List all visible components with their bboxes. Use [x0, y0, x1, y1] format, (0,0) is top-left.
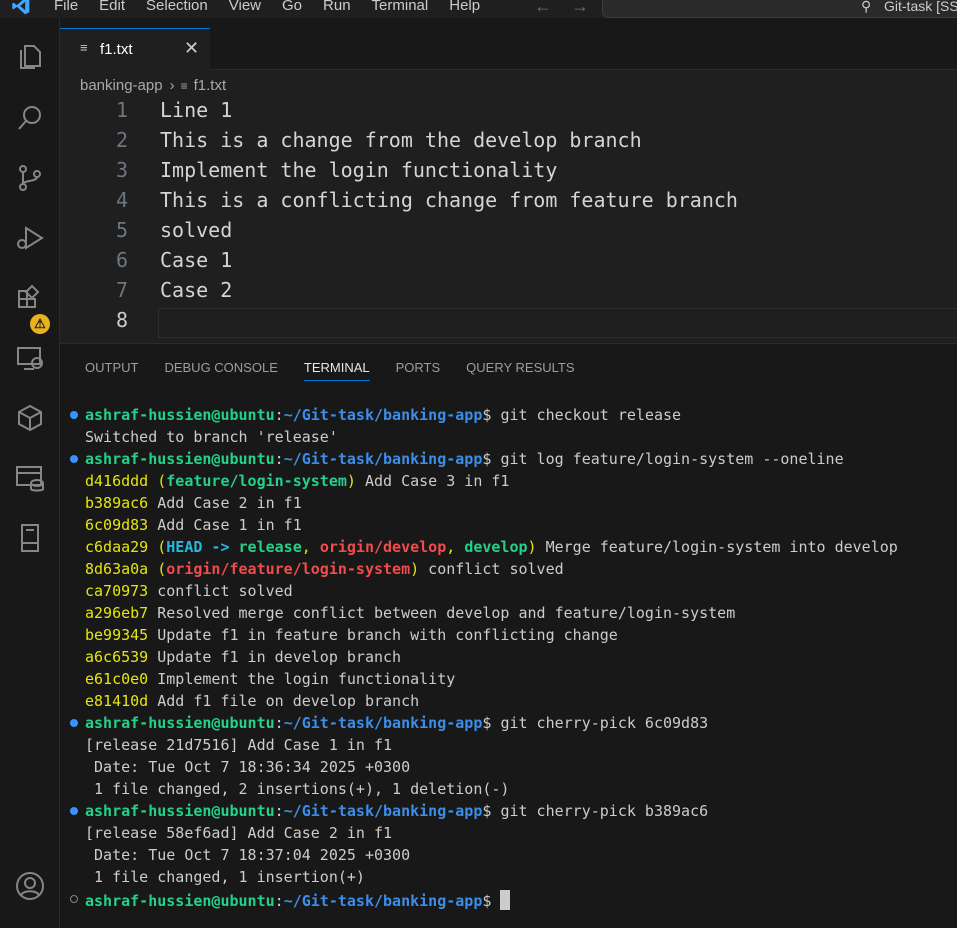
output-line: Switched to branch 'release' [85, 428, 338, 446]
tab-ports[interactable]: PORTS [396, 360, 441, 380]
command-status-icon[interactable] [70, 895, 78, 903]
log-line: e61c0e0 Implement the login functionalit… [85, 670, 456, 688]
line-text: Case 2 [160, 278, 233, 302]
editor-line: 1 Line 1 [60, 98, 957, 128]
output-line: Date: Tue Oct 7 18:36:34 2025 +0300 [85, 758, 411, 776]
log-line: a6c6539 Update f1 in develop branch [85, 648, 402, 666]
prompt-line: ashraf-hussien@ubuntu:~/Git-task/banking… [85, 450, 844, 468]
log-line: a296eb7 Resolved merge conflict between … [85, 604, 736, 622]
editor-line: 8 [60, 308, 957, 338]
editor-line: 2 This is a change from the develop branc… [60, 128, 957, 158]
command-center-search[interactable]: ⚲ Git-task [SS [602, 0, 957, 18]
output-line: 1 file changed, 2 insertions(+), 1 delet… [85, 780, 510, 798]
line-number: 2 [115, 128, 128, 152]
log-line: e81410d Add f1 file on develop branch [85, 692, 420, 710]
device-icon[interactable] [14, 522, 46, 554]
search-text: Git-task [SS [884, 0, 957, 14]
extensions-icon[interactable] [14, 282, 46, 314]
line-number: 7 [115, 278, 128, 302]
output-line: Date: Tue Oct 7 18:37:04 2025 +0300 [85, 846, 411, 864]
text-editor[interactable]: 1 Line 1 2 This is a change from the devel… [60, 98, 957, 343]
title-bar: File Edit Selection View Go Run Terminal… [0, 0, 957, 18]
warning-badge-icon: ⚠ [30, 314, 50, 334]
prompt-line: ashraf-hussien@ubuntu:~/Git-task/banking… [85, 714, 709, 732]
source-control-icon[interactable] [14, 162, 46, 194]
breadcrumb: banking-app › ≡ f1.txt [80, 77, 226, 94]
line-number: 3 [115, 158, 128, 182]
log-line: c6daa29 (HEAD -> release, origin/develop… [85, 538, 898, 556]
tab-terminal[interactable]: TERMINAL [303, 360, 370, 381]
terminal-cursor [500, 890, 511, 910]
line-text: Line 1 [160, 98, 233, 122]
line-text: This is a conflicting change from featur… [160, 188, 738, 212]
prompt-line: ashraf-hussien@ubuntu:~/Git-task/banking… [85, 406, 682, 424]
log-line: 8d63a0a (origin/feature/login-system) co… [85, 560, 564, 578]
tab-f1-txt[interactable]: ≡ f1.txt ✕ [60, 28, 210, 70]
back-arrow-icon[interactable]: ← [534, 0, 552, 16]
prompt-line: ashraf-hussien@ubuntu:~/Git-task/banking… [85, 890, 511, 912]
line-number: 1 [115, 98, 128, 122]
text-file-icon: ≡ [80, 40, 88, 55]
menu-file[interactable]: File [54, 0, 78, 14]
log-line: d416ddd (feature/login-system) Add Case … [85, 472, 510, 490]
command-status-icon[interactable] [70, 455, 78, 463]
tab-query-results[interactable]: QUERY RESULTS [466, 360, 574, 380]
command-status-icon[interactable] [70, 719, 78, 727]
line-text: Implement the login functionality [160, 158, 558, 182]
editor-tab-bar: ≡ f1.txt ✕ [60, 18, 957, 70]
chevron-right-icon: › [169, 77, 175, 94]
menu-terminal[interactable]: Terminal [372, 0, 429, 14]
menu-selection[interactable]: Selection [146, 0, 208, 14]
forward-arrow-icon[interactable]: → [571, 0, 589, 16]
breadcrumb-folder[interactable]: banking-app [80, 77, 163, 94]
run-debug-icon[interactable] [14, 222, 46, 254]
line-text: Case 1 [160, 248, 233, 272]
editor-line: 4 This is a conflicting change from featu… [60, 188, 957, 218]
editor-line: 7 Case 2 [60, 278, 957, 308]
panel-tabs: OUTPUT DEBUG CONSOLE TERMINAL PORTS QUERY RE… [85, 360, 601, 381]
breadcrumb-file[interactable]: f1.txt [194, 77, 227, 94]
line-text: solved [160, 218, 233, 242]
prompt-line: ashraf-hussien@ubuntu:~/Git-task/banking… [85, 802, 709, 820]
line-number: 4 [115, 188, 128, 212]
vscode-logo-icon [12, 0, 30, 15]
activity-bar: ⚠ [0, 18, 60, 928]
line-number: 5 [115, 218, 128, 242]
menu-help[interactable]: Help [449, 0, 480, 14]
menu-view[interactable]: View [229, 0, 261, 14]
text-file-icon: ≡ [180, 79, 188, 93]
tab-label: f1.txt [100, 41, 133, 58]
search-icon[interactable] [14, 102, 46, 134]
history-nav: ← → [534, 0, 603, 17]
command-status-icon[interactable] [70, 411, 78, 419]
remote-explorer-icon[interactable] [14, 342, 46, 374]
log-line: 6c09d83 Add Case 1 in f1 [85, 516, 302, 534]
line-text: This is a change from the develop branch [160, 128, 642, 152]
line-number: 6 [115, 248, 128, 272]
search-icon: ⚲ [861, 0, 872, 14]
editor-line: 5 solved [60, 218, 957, 248]
log-line: b389ac6 Add Case 2 in f1 [85, 494, 302, 512]
explorer-icon[interactable] [14, 40, 46, 72]
package-icon[interactable] [14, 402, 46, 434]
close-icon[interactable]: ✕ [184, 38, 199, 59]
menu-go[interactable]: Go [282, 0, 302, 14]
account-icon[interactable] [14, 870, 46, 902]
menu-run[interactable]: Run [323, 0, 351, 14]
line-number: 8 [115, 308, 128, 332]
editor-line: 6 Case 1 [60, 248, 957, 278]
output-line: [release 58ef6ad] Add Case 2 in f1 [85, 824, 393, 842]
log-line: ca70973 conflict solved [85, 582, 293, 600]
output-line: [release 21d7516] Add Case 1 in f1 [85, 736, 393, 754]
output-line: 1 file changed, 1 insertion(+) [85, 868, 365, 886]
log-line: be99345 Update f1 in feature branch with… [85, 626, 618, 644]
bottom-panel: OUTPUT DEBUG CONSOLE TERMINAL PORTS QUERY RE… [60, 343, 957, 928]
command-status-icon[interactable] [70, 807, 78, 815]
tab-debug-console[interactable]: DEBUG CONSOLE [164, 360, 277, 380]
database-icon[interactable] [14, 462, 46, 494]
editor-line: 3 Implement the login functionality [60, 158, 957, 188]
tab-output[interactable]: OUTPUT [85, 360, 138, 380]
menu-bar: File Edit Selection View Go Run Terminal… [54, 0, 501, 14]
menu-edit[interactable]: Edit [99, 0, 125, 14]
